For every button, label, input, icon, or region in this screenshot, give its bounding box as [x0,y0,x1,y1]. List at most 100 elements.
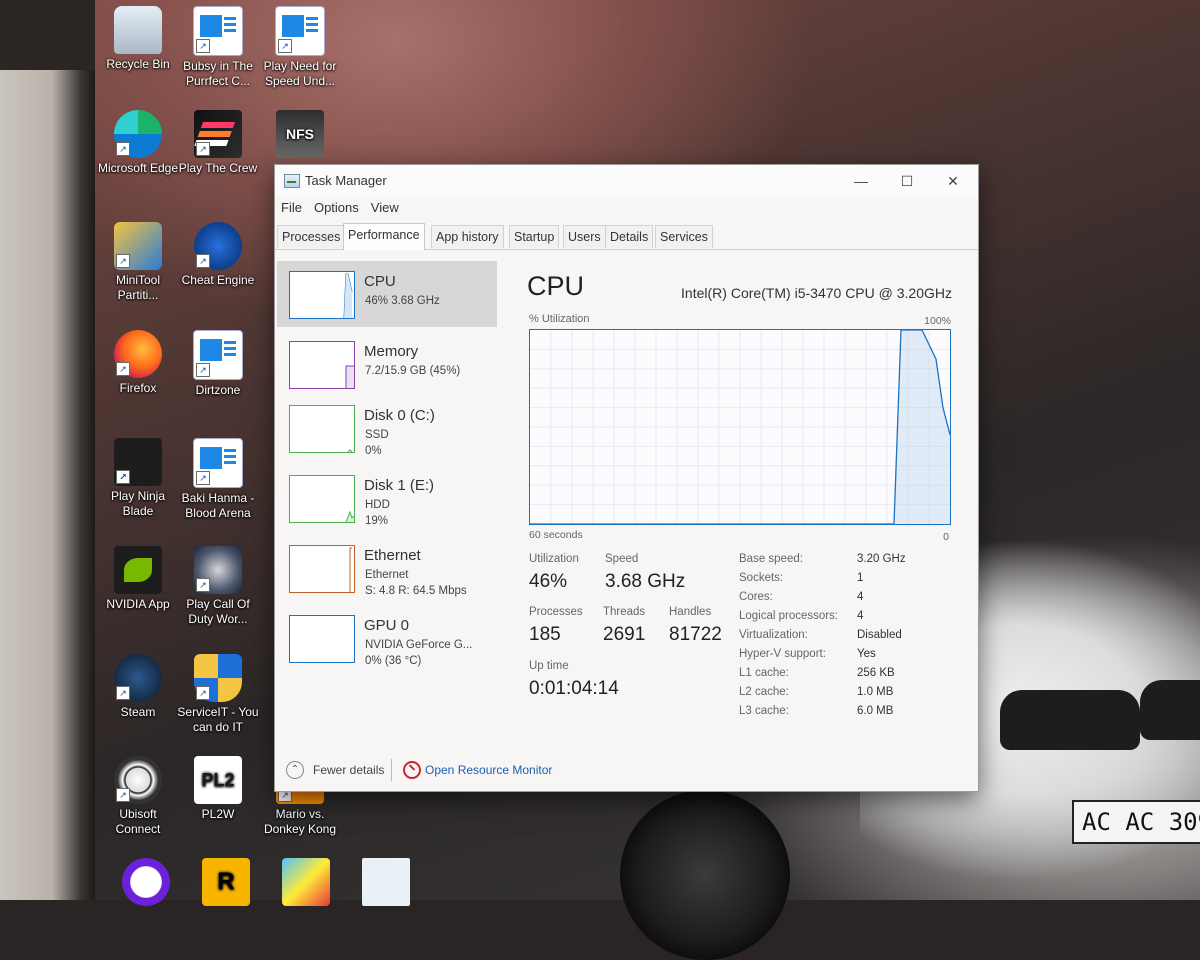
menu-view[interactable]: View [365,197,405,215]
desktop-icon-recycle-bin[interactable]: Recycle Bin [96,6,180,72]
utilization-label: Utilization [529,553,579,565]
desktop-icon-label: Play Need for Speed Und... [263,59,337,88]
resource-memory[interactable]: Memory 7.2/15.9 GB (45%) [277,331,497,397]
firefox-icon: ↗ [114,330,162,378]
spec-value: Yes [857,648,876,660]
window-footer: ⌃ Fewer details Open Resource Monitor [275,747,978,791]
desktop-icon-label: NVIDIA App [106,597,170,611]
resource-gpu-0[interactable]: GPU 0 NVIDIA GeForce G... 0% (36 °C) [277,605,497,671]
resource-ethernet[interactable]: Ethernet Ethernet S: 4.8 R: 64.5 Mbps [277,535,497,601]
desktop-icon-cheat-engine[interactable]: ↗ Cheat Engine [176,222,260,288]
desktop-icon-partial[interactable] [344,858,428,909]
desktop-icon-ubisoft-connect[interactable]: ↗ Ubisoft Connect [96,756,180,837]
license-plate: AC AC 309 [1072,800,1200,844]
desktop-icon-label: Cheat Engine [181,273,255,287]
tab-details[interactable]: Details [605,225,654,248]
resource-list: CPU 46% 3.68 GHz Memory 7.2/15.9 GB (45%… [277,257,497,737]
pl2w-icon: PL2 [194,756,242,804]
spec-key: L2 cache: [739,686,789,698]
desktop-icon-label: Play Ninja Blade [110,489,166,518]
processes-label: Processes [529,606,583,618]
desktop-icon-label: Recycle Bin [106,57,170,71]
desktop-icon-bubsy[interactable]: ↗ Bubsy in The Purrfect C... [176,6,260,89]
resource-disk-0[interactable]: Disk 0 (C:) SSD 0% [277,395,497,461]
desktop-icon-partial[interactable] [104,858,188,909]
task-manager-window[interactable]: Task Manager — ☐ ✕ File Options View Proce… [274,164,979,792]
desktop-icon-call-of-duty[interactable]: ↗ Play Call Of Duty Wor... [176,546,260,627]
desktop-icon-label: Ubisoft Connect [115,807,161,836]
spec-value: 1.0 MB [857,686,894,698]
detail-title: CPU [527,271,585,301]
resource-detail: HDD [365,499,390,511]
tab-processes[interactable]: Processes [277,225,346,248]
car-grille-right [1140,680,1200,740]
steam-icon: ↗ [114,654,162,702]
the-crew-icon: ↗ [194,110,242,158]
desktop-icon-partial[interactable] [264,858,348,909]
tab-strip: Processes Performance App history Startu… [275,221,978,250]
edge-icon: ↗ [114,110,162,158]
spec-key: Logical processors: [739,610,839,622]
spec-key: Cores: [739,591,773,603]
resource-name: Memory [364,343,419,360]
desktop-icon-label: Dirtzone [195,383,241,397]
menu-file[interactable]: File [275,197,308,215]
desktop-icon-firefox[interactable]: ↗ Firefox [96,330,180,396]
desktop-icon-label: Baki Hanma - Blood Arena [181,491,255,520]
desktop-icon-nfs-underground[interactable]: ↗ Play Need for Speed Und... [258,6,342,89]
resource-cpu[interactable]: CPU 46% 3.68 GHz [277,261,497,327]
menu-options[interactable]: Options [308,197,365,215]
spec-key: Base speed: [739,553,803,565]
spec-value: 6.0 MB [857,705,894,717]
tab-services[interactable]: Services [655,225,713,248]
desktop-icon-steam[interactable]: ↗ Steam [96,654,180,720]
resource-detail: 7.2/15.9 GB (45%) [365,365,461,377]
desktop-icon-serviceit[interactable]: ↗ ServiceIT - You can do IT [176,654,260,735]
tab-users[interactable]: Users [563,225,606,248]
utilization-value: 46% [529,571,568,592]
spec-value: 4 [857,610,864,622]
tab-startup[interactable]: Startup [509,225,560,248]
close-button[interactable]: ✕ [933,169,973,193]
x-axis-min: 0 [943,531,949,543]
resource-detail: 46% 3.68 GHz [365,295,440,307]
desktop-icon-nvidia-app[interactable]: NVIDIA App [96,546,180,612]
resource-monitor-icon[interactable] [403,761,421,779]
tab-performance[interactable]: Performance [343,223,425,250]
desktop-icon-nfs-mw[interactable]: NFS MW [258,110,342,190]
desktop-icon-the-crew[interactable]: ↗ Play The Crew [176,110,260,176]
resource-detail: NVIDIA GeForce G... [365,639,473,651]
minimize-button[interactable]: — [841,169,881,193]
spec-value: 4 [857,591,864,603]
fewer-details-link[interactable]: Fewer details [313,763,384,777]
game-shortcut-icon: ↗ [193,330,243,380]
resource-name: GPU 0 [364,617,410,634]
cpu-utilization-graph [529,329,951,525]
open-resource-monitor-link[interactable]: Open Resource Monitor [425,763,552,777]
tab-app-history[interactable]: App history [431,225,504,248]
handles-value: 81722 [669,624,722,645]
nvidia-icon [114,546,162,594]
title-bar[interactable]: Task Manager — ☐ ✕ [275,165,978,197]
car-wheel [620,790,790,960]
spec-key: L1 cache: [739,667,789,679]
maximize-button[interactable]: ☐ [887,169,927,193]
desktop-icon-label: PL2W [201,807,235,821]
spec-key: L3 cache: [739,705,789,717]
desktop-icon-minitool[interactable]: ↗ MiniTool Partiti... [96,222,180,303]
desktop-icon-ninja-blade[interactable]: ↗ Play Ninja Blade [96,438,180,519]
resource-detail: Ethernet [365,569,409,581]
desktop-icon-dirtzone[interactable]: ↗ Dirtzone [176,330,260,398]
desktop-icon-partial[interactable]: R [184,858,268,909]
game-shortcut-icon: ↗ [193,6,243,56]
desktop-icon-edge[interactable]: ↗ Microsoft Edge [96,110,180,176]
chevron-up-icon[interactable]: ⌃ [286,761,304,779]
shield-icon: ↗ [194,654,242,702]
resource-disk-1[interactable]: Disk 1 (E:) HDD 19% [277,465,497,531]
desktop-icon-label: Mario vs. Donkey Kong [263,807,337,836]
desktop-icon-baki-hanma[interactable]: ↗ Baki Hanma - Blood Arena [176,438,260,521]
desktop-icon-pl2w[interactable]: PL2 PL2W [176,756,260,822]
recycle-bin-icon [114,6,162,54]
ninja-blade-icon: ↗ [114,438,162,486]
game-cover-icon [282,858,330,906]
